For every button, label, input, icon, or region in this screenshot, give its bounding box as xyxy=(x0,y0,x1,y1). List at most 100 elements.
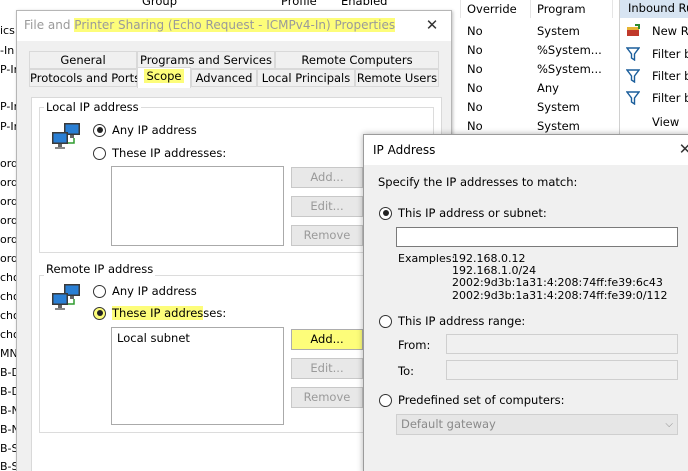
radio-label: These IP addresses: xyxy=(112,146,227,160)
ip-dialog-close-button[interactable]: ✕ xyxy=(676,141,688,159)
radio-label: Predefined set of computers: xyxy=(398,393,565,407)
program-cell: %System... xyxy=(537,43,602,57)
actions-pane: Inbound Ru New R Filter b Filter b Filte… xyxy=(619,0,688,140)
chevron-down-icon: ⌵ xyxy=(665,419,673,430)
action-filter-state[interactable]: Filter b xyxy=(625,67,688,85)
rule-name-fragment[interactable]: ord xyxy=(0,176,16,189)
remote-ip-listbox[interactable]: Local subnet xyxy=(111,327,284,425)
remote-these-ips-radio[interactable]: These IP addres ses: xyxy=(91,305,228,321)
dialog-titlebar[interactable]: File and Printer Sharing (Echo Request -… xyxy=(17,11,451,41)
radio-dot xyxy=(379,206,392,220)
filter-icon xyxy=(625,69,641,84)
local-edit-button[interactable]: Edit... xyxy=(291,196,363,217)
program-cell: System xyxy=(537,24,580,38)
action-label: Filter b xyxy=(652,47,688,61)
local-ip-group-label: Local IP address xyxy=(44,100,141,114)
override-cell: No xyxy=(467,81,483,95)
subnet-radio[interactable]: This IP address or subnet: xyxy=(379,206,547,220)
example-value: 2002:9d3b:1a31:4:208:74ff:fe39:0/112 xyxy=(452,289,668,302)
radio-dot xyxy=(93,146,106,160)
action-label: New R xyxy=(652,24,688,38)
override-cell: No xyxy=(467,43,483,57)
ip-address-dialog: IP Address ✕ Specify the IP addresses to… xyxy=(363,134,688,471)
filter-icon xyxy=(625,91,641,106)
column-header-enabled[interactable]: Enabled xyxy=(341,0,387,8)
action-filter-profile[interactable]: Filter b xyxy=(625,45,688,63)
tab-remote-computers[interactable]: Remote Computers xyxy=(275,51,439,69)
rule-name-fragment[interactable]: P-In xyxy=(0,100,16,113)
program-cell: %System... xyxy=(537,62,602,76)
rule-name-fragment[interactable]: ord xyxy=(0,233,16,246)
rule-name-fragment[interactable]: B-S xyxy=(0,460,16,471)
computers-network-icon xyxy=(52,284,80,310)
subnet-input[interactable] xyxy=(396,227,678,247)
ip-dialog-titlebar[interactable]: IP Address ✕ xyxy=(364,135,688,165)
range-from-input[interactable] xyxy=(446,334,678,354)
rule-name-fragment[interactable]: B-D xyxy=(0,366,16,379)
local-ip-listbox[interactable] xyxy=(111,166,284,246)
action-filter-group[interactable]: Filter b xyxy=(625,89,688,107)
rule-name-fragment[interactable]: cho xyxy=(0,290,16,303)
radio-label-highlighted: These IP addres xyxy=(112,306,204,320)
rule-name-fragment[interactable]: ord xyxy=(0,157,16,170)
action-view[interactable]: View xyxy=(652,113,679,131)
tab-local-principals[interactable]: Local Principals xyxy=(257,69,355,87)
title-highlighted-text: Printer Sharing (Echo Request - ICMPv4-I… xyxy=(74,18,396,32)
predefined-select[interactable]: Default gateway ⌵ xyxy=(396,414,678,435)
local-add-button[interactable]: Add... xyxy=(291,167,363,188)
rule-name-fragment[interactable]: cho xyxy=(0,271,16,284)
range-to-input[interactable] xyxy=(446,360,678,380)
rule-name-fragment[interactable]: ics xyxy=(0,24,15,37)
radio-label: Any IP address xyxy=(112,123,197,137)
tab-general[interactable]: General xyxy=(29,51,137,69)
rule-name-fragment[interactable]: B-S xyxy=(0,442,16,455)
rule-name-fragment[interactable]: ord xyxy=(0,195,16,208)
remote-edit-button[interactable]: Edit... xyxy=(291,358,363,379)
remote-any-ip-radio[interactable]: Any IP address xyxy=(93,284,197,298)
tab-remote-users[interactable]: Remote Users xyxy=(355,69,439,87)
rule-name-fragment[interactable]: cho xyxy=(0,309,16,322)
predefined-select-value: Default gateway xyxy=(401,417,496,431)
tab-protocols-and-ports[interactable]: Protocols and Ports xyxy=(29,69,140,87)
column-divider[interactable] xyxy=(460,0,461,18)
tab-advanced[interactable]: Advanced xyxy=(191,69,257,87)
rule-name-fragment[interactable]: B-N xyxy=(0,404,16,417)
predefined-radio[interactable]: Predefined set of computers: xyxy=(379,393,565,407)
rule-name-column-fragments: ics -In P-In P-In P-In ord ord ord ord o… xyxy=(0,0,16,471)
remote-add-button[interactable]: Add... xyxy=(291,329,363,350)
rule-name-fragment[interactable]: cho xyxy=(0,328,16,341)
column-header-group[interactable]: Group xyxy=(142,0,177,8)
radio-label: This IP address or subnet: xyxy=(398,206,547,220)
column-header-override[interactable]: Override xyxy=(467,2,517,16)
rule-name-fragment[interactable]: -In xyxy=(0,44,14,57)
rule-name-fragment[interactable]: B-D xyxy=(0,385,16,398)
range-radio[interactable]: This IP address range: xyxy=(379,314,525,328)
remote-ip-group-label: Remote IP address xyxy=(44,262,156,276)
rule-name-fragment[interactable]: MN xyxy=(0,347,16,360)
tab-scope[interactable]: Scope xyxy=(137,67,191,88)
radio-label-rest: ses: xyxy=(203,306,227,320)
local-any-ip-radio[interactable]: Any IP address xyxy=(93,123,197,137)
action-new-rule[interactable]: New R xyxy=(626,22,688,40)
actions-pane-title: Inbound Ru xyxy=(620,0,688,18)
remote-remove-button[interactable]: Remove xyxy=(291,387,363,408)
column-divider[interactable] xyxy=(530,0,531,18)
rule-name-fragment[interactable]: P-In xyxy=(0,120,16,133)
radio-dot xyxy=(379,314,392,328)
override-cell: No xyxy=(467,119,483,133)
close-button[interactable]: ✕ xyxy=(423,17,441,35)
column-header-profile[interactable]: Profile xyxy=(281,0,317,8)
rule-name-fragment[interactable]: ord xyxy=(0,252,16,265)
rule-name-fragment[interactable]: ord xyxy=(0,214,16,227)
override-cell: No xyxy=(467,24,483,38)
rule-name-fragment[interactable]: P-In xyxy=(0,63,16,76)
list-item[interactable]: Local subnet xyxy=(117,331,190,345)
action-label: View xyxy=(652,115,680,129)
column-header-program[interactable]: Program xyxy=(537,2,586,16)
program-cell: System xyxy=(537,100,580,114)
column-divider[interactable] xyxy=(612,0,613,18)
local-remove-button[interactable]: Remove xyxy=(291,225,363,246)
to-label: To: xyxy=(398,364,414,378)
rule-name-fragment[interactable]: B-N xyxy=(0,423,16,436)
local-these-ips-radio[interactable]: These IP addresses: xyxy=(93,146,226,160)
